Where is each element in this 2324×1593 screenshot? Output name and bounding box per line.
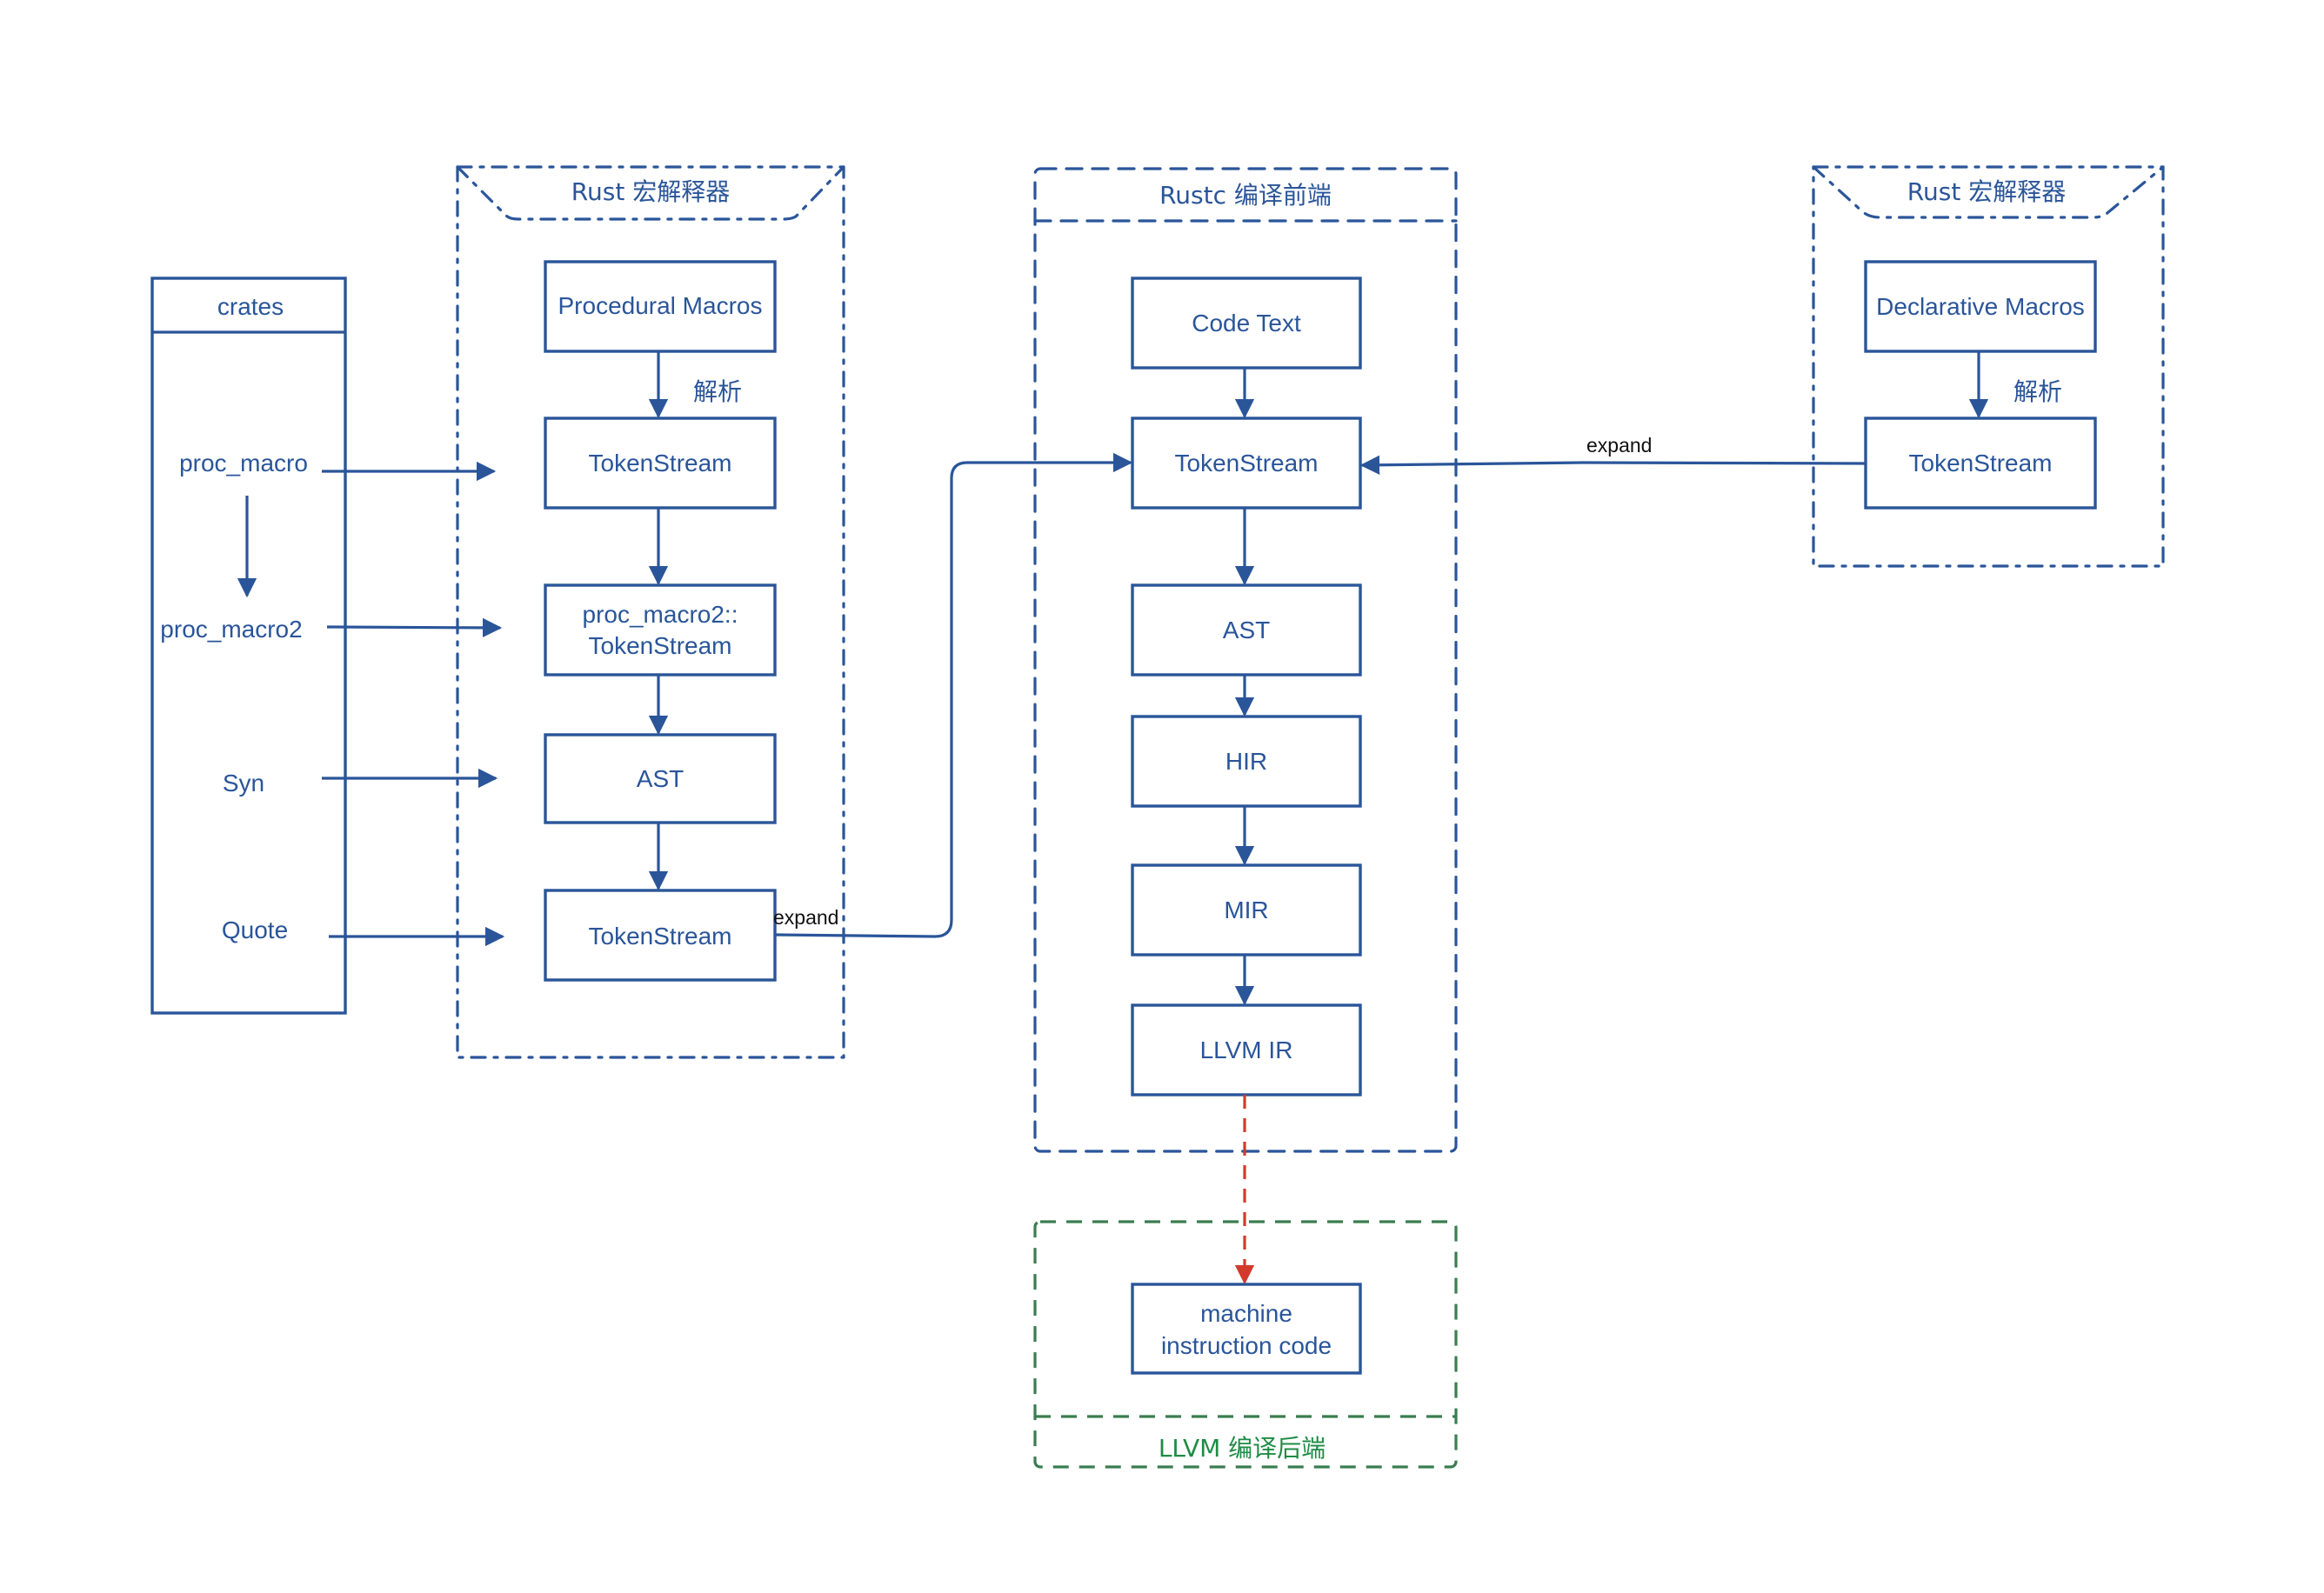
edge-proc-macro2-to-proc-macro2-tokenstream	[326, 617, 503, 638]
proc-macro2-tokenstream-label-line2: TokenStream	[589, 632, 732, 659]
edge-proc-expand-to-frontend-tokenstream	[774, 452, 1133, 938]
edge-declarative-expand-to-frontend-tokenstream	[1359, 455, 1867, 475]
frontend-tokenstream-label: TokenStream	[1175, 450, 1319, 477]
declarative-tokenstream-label: TokenStream	[1909, 450, 2053, 477]
declarative-expand-label: expand	[1586, 434, 1652, 457]
declarative-macros-label: Declarative Macros	[1876, 293, 2085, 320]
proc-output-tokenstream-label: TokenStream	[589, 923, 732, 950]
code-text-label: Code Text	[1192, 310, 1301, 337]
mir-label: MIR	[1224, 896, 1268, 923]
proc-macro-group-title: Rust 宏解释器	[571, 177, 730, 206]
backend-group-title: LLVM 编译后端	[1159, 1434, 1326, 1463]
procedural-macros-label: Procedural Macros	[558, 292, 763, 319]
proc-expand-label: expand	[773, 906, 838, 929]
rustc-frontend-group: Rustc 编译前端 Code Text TokenStream AST HIR…	[1033, 167, 1458, 1153]
declarative-macro-interpreter-group: Rust 宏解释器 Declarative Macros TokenStream…	[1812, 165, 2165, 568]
proc-tokenstream-label: TokenStream	[589, 450, 732, 477]
llvm-ir-label: LLVM IR	[1200, 1036, 1293, 1063]
declarative-parse-label: 解析	[2013, 377, 2062, 406]
frontend-ast-label: AST	[1223, 617, 1270, 643]
proc-parse-label: 解析	[693, 377, 742, 406]
machine-code-label-line1: machine	[1200, 1300, 1292, 1327]
llvm-backend-group: LLVM 编译后端 machine instruction code	[1033, 1220, 1458, 1469]
crate-proc-macro: proc_macro	[179, 450, 308, 477]
proc-ast-label: AST	[637, 765, 684, 792]
proc-macro2-tokenstream-label-line1: proc_macro2::	[583, 601, 738, 628]
crate-quote: Quote	[222, 916, 288, 943]
hir-label: HIR	[1225, 748, 1267, 775]
crates-box	[150, 277, 347, 1015]
machine-code-label-line2: instruction code	[1161, 1332, 1332, 1359]
crate-syn: Syn	[223, 770, 264, 796]
crates-title: crates	[217, 293, 284, 320]
machine-code-node	[1131, 1283, 1362, 1375]
frontend-group-title: Rustc 编译前端	[1159, 181, 1332, 210]
proc-macro2-tokenstream-node	[544, 583, 777, 677]
rust-compilation-diagram: crates proc_macro proc_macro2 Syn Quote …	[150, 165, 2165, 1469]
crates-panel: crates proc_macro proc_macro2 Syn Quote	[150, 277, 347, 1015]
crate-proc-macro2: proc_macro2	[160, 616, 302, 643]
declarative-group-title: Rust 宏解释器	[1907, 177, 2066, 206]
